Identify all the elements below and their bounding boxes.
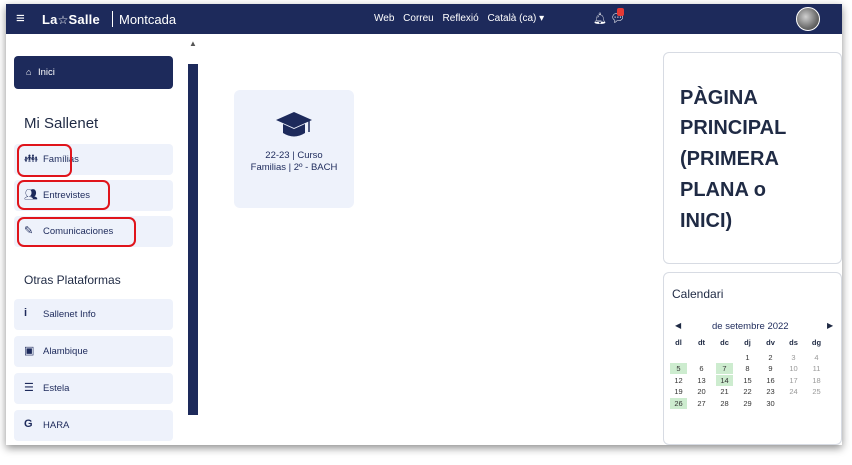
calendar-day[interactable]: 18	[808, 375, 825, 386]
highlight-comunicaciones	[17, 217, 136, 247]
calendar-weekday: dv	[766, 338, 775, 347]
calendar-day[interactable]: 15	[739, 375, 756, 386]
sidebar-item-alambique[interactable]: ▣ Alambique	[14, 336, 173, 367]
calendar-day[interactable]: 8	[739, 363, 756, 374]
avatar[interactable]	[796, 7, 820, 31]
nav-correu-link[interactable]: Correu	[403, 13, 434, 24]
calendar-day[interactable]: 19	[670, 386, 687, 397]
calendar-day[interactable]: 1	[739, 352, 756, 363]
calendar-day[interactable]: 6	[693, 363, 710, 374]
calendar-title: Calendari	[672, 287, 724, 301]
sidebar-item-label: Sallenet Info	[43, 309, 96, 320]
course-title: 22-23 | Curso	[265, 150, 323, 161]
calendar-day[interactable]: 4	[808, 352, 825, 363]
calendar-day[interactable]: 17	[785, 375, 802, 386]
calendar-day[interactable]: 22	[739, 386, 756, 397]
page-title-line: (PRIMERA	[680, 148, 779, 170]
sidebar-item-estela[interactable]: ☰ Estela	[14, 373, 173, 404]
section-title-mi-sallenet: Mi Sallenet	[24, 115, 99, 132]
calendar-weekday: dg	[811, 338, 822, 347]
page-title-panel: PÀGINA PRINCIPAL (PRIMERA PLANA o INICI)	[663, 52, 842, 264]
calendar-month[interactable]: de setembre 2022	[712, 321, 789, 332]
graduation-cap-icon	[276, 112, 312, 137]
page-title-line: PÀGINA	[680, 87, 758, 109]
calendar-prev-icon[interactable]: ◀	[675, 321, 681, 330]
brand-separator	[112, 11, 113, 27]
course-subtitle: Familias | 2º - BACH	[250, 162, 338, 173]
highlight-entrevistes	[17, 180, 110, 210]
calendar-day[interactable]: 12	[670, 375, 687, 386]
calendar-weekday: ds	[789, 338, 798, 347]
page-title-line: PRINCIPAL	[680, 117, 787, 139]
info-icon: i	[24, 307, 28, 319]
estela-icon: ☰	[24, 382, 34, 394]
calendar-weekday: dc	[720, 338, 729, 347]
calendar-day[interactable]: 27	[693, 398, 710, 409]
calendar-day[interactable]: 14	[716, 374, 733, 386]
scroll-up-icon[interactable]: ▲	[189, 39, 197, 48]
sidebar-item-label: Estela	[43, 383, 70, 394]
calendar-day[interactable]: 24	[785, 386, 802, 397]
sidebar-item-label: Alambique	[43, 346, 88, 357]
sidebar-item-hara[interactable]: G HARA	[14, 410, 173, 441]
calendar-day[interactable]: 30	[762, 398, 779, 409]
hara-icon: G	[24, 418, 33, 430]
calendar-day[interactable]: 10	[785, 363, 802, 374]
nav-web-link[interactable]: Web	[374, 13, 394, 24]
calendar-panel: Calendari ◀ de setembre 2022 ▶ dl dt dc dj d…	[663, 272, 842, 445]
sidebar-item-label: HARA	[43, 420, 70, 431]
bell-icon[interactable]: 🔔︎	[593, 12, 607, 25]
calendar-day[interactable]: 13	[693, 375, 710, 386]
brand-name[interactable]: Montcada	[119, 12, 176, 27]
page-title-line: INICI)	[680, 210, 733, 232]
nav-reflexio-link[interactable]: Reflexió	[443, 13, 479, 24]
page-title-line: PLANA o	[680, 179, 766, 201]
calendar-next-icon[interactable]: ▶	[827, 321, 833, 330]
scrollbar-thumb[interactable]	[188, 64, 198, 415]
course-card[interactable]: 22-23 | Curso Familias | 2º - BACH	[234, 90, 354, 208]
calendar-day[interactable]: 7	[716, 363, 733, 374]
calendar-day[interactable]: 26	[670, 397, 687, 409]
sidebar-item-inici[interactable]: ⌂ Inici	[14, 56, 173, 89]
calendar-day[interactable]: 11	[808, 363, 825, 374]
calendar-day[interactable]: 23	[762, 386, 779, 397]
calendar-day[interactable]: 28	[716, 398, 733, 409]
calendar-day[interactable]: 20	[693, 386, 710, 397]
calendar-day[interactable]: 29	[739, 398, 756, 409]
message-badge	[617, 8, 624, 16]
calendar-day[interactable]: 5	[670, 363, 687, 374]
lasalle-logo[interactable]: La☆Salle	[42, 12, 100, 27]
language-selector[interactable]: Català (ca) ▾	[487, 13, 544, 24]
calendar-weekday: dt	[697, 338, 706, 347]
calendar-weekday: dj	[744, 338, 751, 347]
sidebar-item-label: Inici	[38, 67, 55, 78]
alambique-icon: ▣	[24, 345, 35, 357]
top-nav-links: Web Correu Reflexió Català (ca) ▾	[374, 13, 550, 24]
calendar-day[interactable]: 25	[808, 386, 825, 397]
calendar-day[interactable]: 3	[785, 352, 802, 363]
section-title-otras-plataformas: Otras Plataformas	[24, 273, 121, 287]
calendar-day[interactable]: 2	[762, 352, 779, 363]
highlight-families	[17, 144, 72, 177]
hamburger-icon[interactable]: ≡	[16, 11, 25, 27]
app-window: ≡ La☆Salle Montcada Web Correu Reflexió …	[6, 4, 842, 445]
sidebar-item-sallenet-info[interactable]: i Sallenet Info	[14, 299, 173, 330]
home-icon: ⌂	[26, 67, 32, 77]
calendar-day[interactable]: 16	[762, 375, 779, 386]
calendar-day[interactable]: 9	[762, 363, 779, 374]
top-navbar: ≡ La☆Salle Montcada Web Correu Reflexió …	[6, 4, 842, 34]
calendar-weekday: dl	[675, 338, 682, 347]
calendar-day[interactable]: 21	[716, 386, 733, 397]
